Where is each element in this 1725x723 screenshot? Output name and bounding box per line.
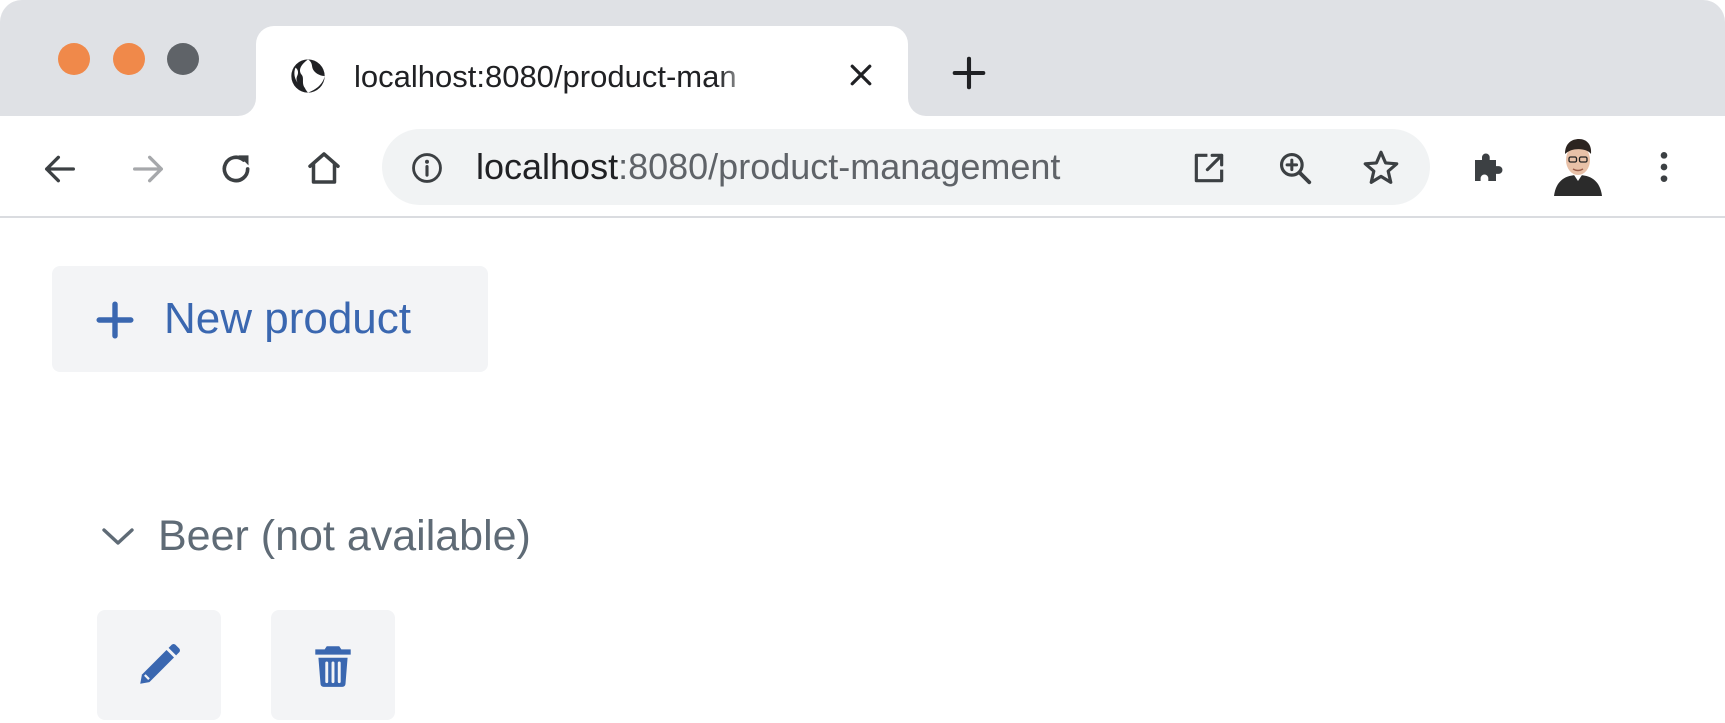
forward-arrow-icon[interactable] <box>128 149 168 189</box>
delete-product-button[interactable] <box>271 610 395 720</box>
info-icon[interactable] <box>410 151 444 185</box>
browser-tab[interactable]: localhost:8080/product-management <box>256 26 908 116</box>
url-text[interactable]: localhost:8080/product-management <box>476 144 1060 190</box>
home-icon[interactable] <box>303 147 345 189</box>
reload-icon[interactable] <box>216 149 256 189</box>
more-menu-icon[interactable] <box>1644 146 1684 188</box>
extensions-puzzle-icon[interactable] <box>1468 146 1510 188</box>
close-tab-icon[interactable] <box>846 60 876 90</box>
open-in-app-icon[interactable] <box>1190 149 1228 187</box>
globe-icon <box>291 59 325 93</box>
zoom-icon[interactable] <box>1276 149 1314 187</box>
product-title[interactable]: Beer (not available) <box>158 508 531 564</box>
back-arrow-icon[interactable] <box>40 149 80 189</box>
bookmark-star-icon[interactable] <box>1360 147 1402 189</box>
chevron-down-icon[interactable] <box>100 524 136 550</box>
address-bar[interactable]: localhost:8080/product-management <box>382 129 1430 205</box>
plus-icon <box>96 301 134 339</box>
trash-icon <box>315 646 351 687</box>
pencil-icon <box>140 644 180 684</box>
plus-icon[interactable] <box>950 54 988 92</box>
url-path: :8080/product-management <box>618 146 1061 187</box>
browser-window: localhost:8080/product-management <box>0 0 1725 723</box>
profile-avatar[interactable] <box>1552 134 1604 196</box>
browser-toolbar: localhost:8080/product-management <box>0 116 1725 218</box>
tab-title: localhost:8080/product-management <box>354 59 738 94</box>
minimize-window-button[interactable] <box>113 43 145 75</box>
close-window-button[interactable] <box>58 43 90 75</box>
new-product-button[interactable]: New product <box>52 266 488 372</box>
url-host: localhost <box>476 146 619 187</box>
new-product-label: New product <box>164 294 412 343</box>
tab-title-fade <box>718 54 758 100</box>
edit-product-button[interactable] <box>97 610 221 720</box>
maximize-window-button[interactable] <box>167 43 199 75</box>
tab-strip: localhost:8080/product-management <box>0 0 1725 116</box>
